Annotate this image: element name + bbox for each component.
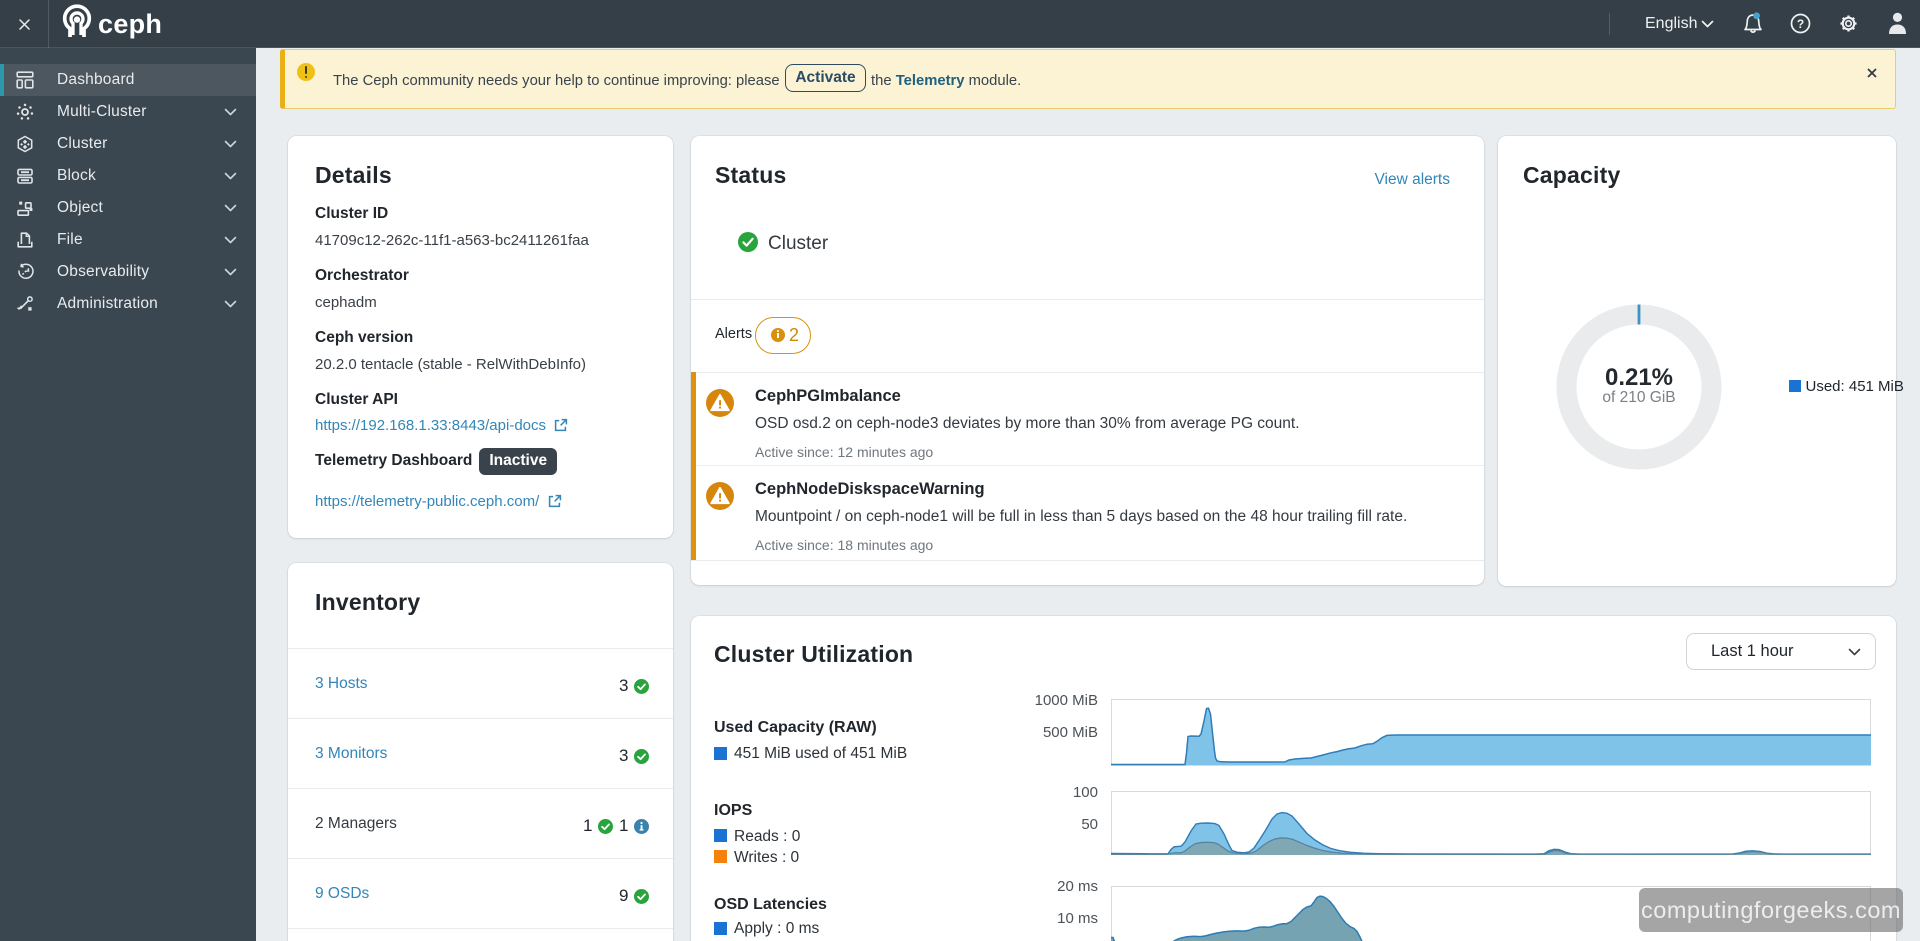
svg-text:?: ? (1797, 17, 1804, 31)
